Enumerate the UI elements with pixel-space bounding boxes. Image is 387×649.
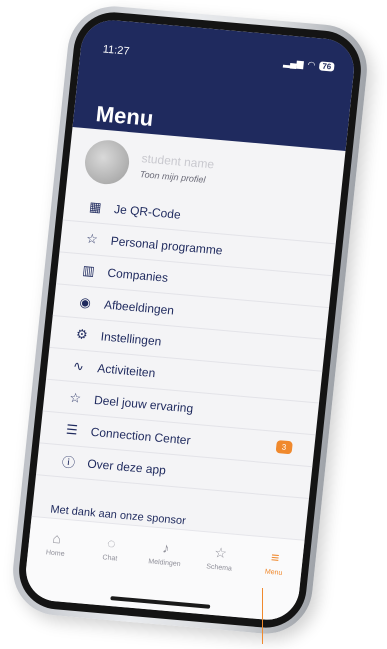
page-title: Menu bbox=[94, 101, 155, 131]
qr-code-icon: ▦ bbox=[88, 198, 103, 215]
menu-item-label: Deel jouw ervaring bbox=[93, 392, 194, 416]
calendar-icon: ☆ bbox=[213, 544, 228, 562]
info-icon: ⓘ bbox=[61, 454, 76, 471]
menu-item-label: Instellingen bbox=[100, 328, 163, 349]
pointer-line bbox=[262, 588, 263, 644]
profile-name: student name bbox=[140, 151, 215, 172]
menu-item-label: Personal programme bbox=[110, 233, 224, 258]
tab-label: Schema bbox=[205, 563, 233, 573]
gears-icon: ⚙ bbox=[75, 325, 89, 342]
menu-icon: ≡ bbox=[270, 548, 281, 566]
profile-link[interactable]: Toon mijn profiel bbox=[139, 169, 212, 185]
signal-icon: ▂▄▆ bbox=[282, 57, 305, 69]
menu-item-label: Companies bbox=[106, 265, 169, 285]
status-time: 11:27 bbox=[102, 43, 131, 58]
tab-schema[interactable]: ☆ Schema bbox=[199, 542, 242, 573]
tab-label: Chat bbox=[102, 554, 118, 563]
menu-item-label: Je QR-Code bbox=[113, 201, 182, 222]
menu-item-label: Afbeeldingen bbox=[103, 297, 175, 318]
battery-icon: 76 bbox=[318, 61, 335, 72]
activity-icon: ∿ bbox=[72, 357, 85, 374]
menu-item-label: Over deze app bbox=[86, 456, 167, 477]
wifi-icon: ◠ bbox=[307, 59, 316, 70]
camera-icon: ◉ bbox=[78, 293, 92, 310]
notification-badge: 3 bbox=[275, 439, 293, 455]
app-header: 11:27 ▂▄▆ ◠ 76 Menu bbox=[72, 17, 358, 151]
stage: 11:27 ▂▄▆ ◠ 76 Menu student name Toon mi… bbox=[0, 0, 387, 649]
star-icon: ☆ bbox=[68, 389, 82, 406]
phone: 11:27 ▂▄▆ ◠ 76 Menu student name Toon mi… bbox=[8, 2, 372, 638]
home-icon: ⌂ bbox=[51, 529, 62, 547]
buildings-icon: ▥ bbox=[81, 261, 96, 278]
tab-home[interactable]: ⌂ Home bbox=[35, 527, 78, 558]
bell-icon: ♪ bbox=[161, 539, 171, 557]
tab-label: Meldingen bbox=[147, 558, 181, 569]
avatar[interactable] bbox=[82, 138, 132, 186]
tab-label: Home bbox=[45, 549, 65, 558]
tab-meldingen[interactable]: ♪ Meldingen bbox=[144, 537, 187, 568]
menu-item-label: Activiteiten bbox=[96, 360, 157, 380]
tab-menu[interactable]: ≡ Menu bbox=[253, 547, 296, 578]
tab-label: Menu bbox=[264, 568, 283, 577]
calendar-star-icon: ☆ bbox=[85, 230, 99, 247]
profile-row[interactable]: student name Toon mijn profiel bbox=[82, 138, 216, 193]
chat-icon: ◌ bbox=[106, 534, 117, 552]
menu-item-label: Connection Center bbox=[90, 424, 192, 447]
menu-list: ▦ Je QR-Code ☆ Personal programme ▥ Comp… bbox=[35, 188, 340, 500]
status-icons: ▂▄▆ ◠ 76 bbox=[283, 57, 335, 72]
connection-icon: ☰ bbox=[65, 421, 79, 438]
tab-chat[interactable]: ◌ Chat bbox=[90, 532, 133, 563]
